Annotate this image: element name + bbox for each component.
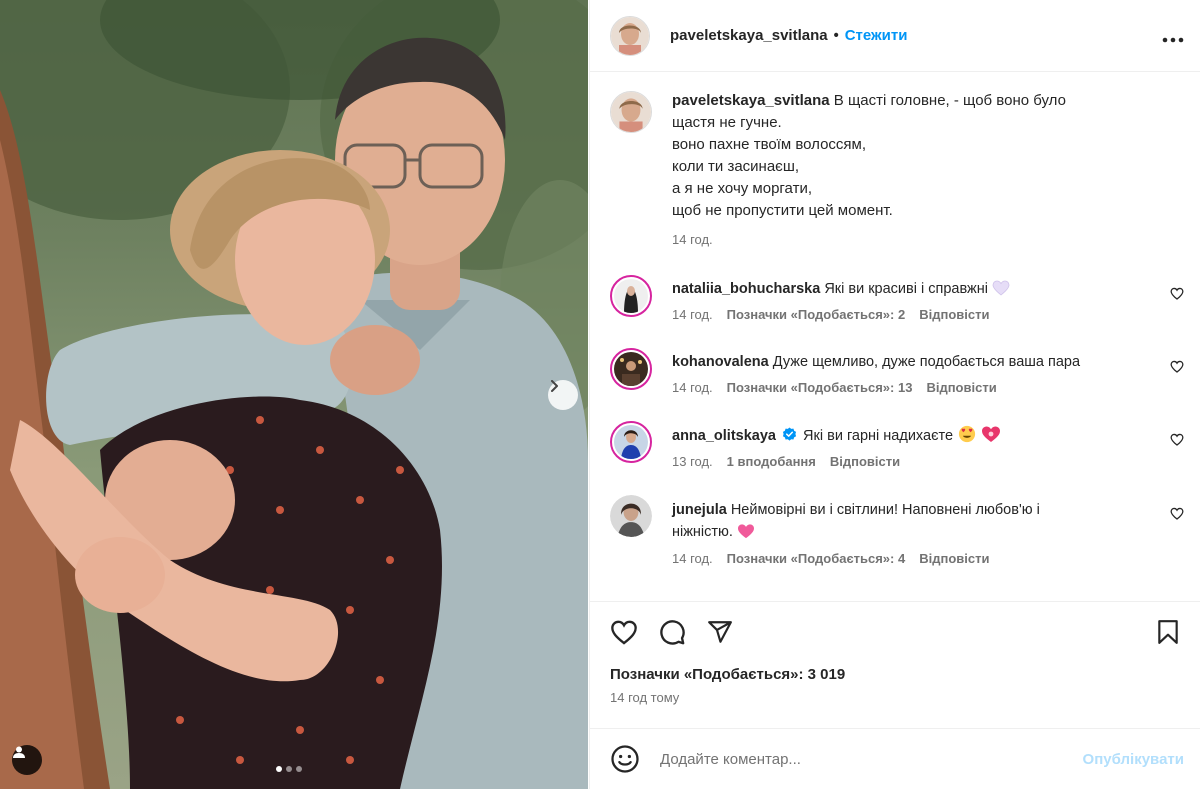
comment-time[interactable]: 14 год.: [672, 307, 713, 322]
avatar-image: [611, 16, 649, 55]
reply-button[interactable]: Відповісти: [830, 454, 900, 469]
like-comment-icon[interactable]: [1170, 507, 1184, 524]
avatar-image: [611, 92, 651, 132]
comment-meta: 14 год. Позначки «Подобається»: 4 Відпов…: [672, 551, 1154, 566]
reply-button[interactable]: Відповісти: [919, 551, 989, 566]
author-username[interactable]: paveletskaya_svitlana: [670, 27, 828, 44]
post-timestamp[interactable]: 14 год тому: [610, 690, 1180, 705]
avatar-image: [614, 425, 648, 459]
carousel-dot-active: [276, 766, 282, 772]
caption-line: а я не хочу моргати,: [672, 180, 812, 197]
heart-emoji: [982, 426, 1001, 442]
comment-likes[interactable]: Позначки «Подобається»: 13: [727, 380, 913, 395]
white-heart-emoji: [992, 280, 1010, 296]
like-comment-icon[interactable]: [1170, 360, 1184, 377]
author-avatar[interactable]: [610, 15, 650, 56]
like-comment-icon[interactable]: [1170, 433, 1184, 450]
comment-username[interactable]: nataliia_bohucharska: [672, 281, 820, 297]
like-comment-icon[interactable]: [1170, 287, 1184, 304]
comment-likes[interactable]: Позначки «Подобається»: 4: [727, 551, 906, 566]
follow-button[interactable]: Стежити: [845, 27, 908, 44]
comment-meta: 14 год. Позначки «Подобається»: 13 Відпо…: [672, 380, 1154, 395]
commenter-avatar[interactable]: [610, 348, 652, 390]
pink-heart-emoji: [737, 524, 754, 539]
caption-line: щастя не гучне.: [672, 114, 782, 131]
photo-illustration: [0, 0, 588, 789]
comment-time[interactable]: 14 год.: [672, 380, 713, 395]
reply-button[interactable]: Відповісти: [919, 307, 989, 322]
caption-author-avatar[interactable]: [610, 91, 652, 133]
comment-username[interactable]: junejula: [672, 502, 727, 518]
comment-text-cont: ніжністю.: [672, 524, 733, 540]
comment-text: Які ви гарні надихаєте: [803, 428, 954, 444]
next-photo-button[interactable]: [548, 380, 578, 410]
comment-item: junejula Неймовірні ви і світлини! Напов…: [610, 495, 1184, 566]
caption-line: воно пахне твоїм волоссям,: [672, 136, 867, 153]
comment-meta: 14 год. Позначки «Подобається»: 2 Відпов…: [672, 307, 1154, 322]
commenter-avatar[interactable]: [610, 275, 652, 317]
comment-text: Які ви красиві і справжні: [824, 281, 988, 297]
publish-button[interactable]: Опублікувати: [1083, 751, 1184, 768]
carousel-dot: [286, 766, 292, 772]
comment-time[interactable]: 14 год.: [672, 551, 713, 566]
comments-section[interactable]: paveletskaya_svitlana В щасті головне, -…: [590, 73, 1200, 600]
avatar-image: [610, 495, 652, 537]
more-options-icon[interactable]: [1162, 25, 1184, 47]
comment-text: Неймовірні ви і світлини! Наповнені любо…: [730, 502, 1040, 518]
caption-line: В щасті головне, - щоб воно було: [833, 92, 1066, 109]
comment-username[interactable]: kohanovalena: [672, 354, 769, 370]
avatar-image: [614, 279, 648, 313]
post-actions: Позначки «Подобається»: 3 019 14 год том…: [590, 601, 1200, 727]
comment-text: Дуже щемливо, дуже подобається ваша пара: [772, 354, 1081, 370]
tagged-users-button[interactable]: [12, 745, 42, 775]
caption-text: paveletskaya_svitlana В щасті головне, -…: [672, 90, 1154, 222]
comment-meta: 13 год. 1 вподобання Відповісти: [672, 454, 1154, 469]
bookmark-icon[interactable]: [1156, 619, 1180, 645]
comment-username[interactable]: anna_olitskaya: [672, 428, 776, 444]
post-header: paveletskaya_svitlana • Стежити: [590, 0, 1200, 72]
reply-button[interactable]: Відповісти: [926, 380, 996, 395]
comment-item: anna_olitskaya Які ви гарні надихаєте 13…: [610, 421, 1184, 469]
avatar-image: [614, 352, 648, 386]
caption-time[interactable]: 14 год.: [672, 232, 713, 247]
commenter-avatar[interactable]: [610, 495, 652, 537]
user-icon: [13, 746, 25, 758]
comment-icon[interactable]: [658, 618, 686, 646]
likes-count[interactable]: Позначки «Подобається»: 3 019: [610, 666, 1180, 683]
caption-username[interactable]: paveletskaya_svitlana: [672, 92, 830, 109]
caption-meta: 14 год.: [672, 232, 1154, 247]
action-icons: [610, 618, 1180, 646]
post-photo[interactable]: [0, 0, 588, 789]
post-details-panel: paveletskaya_svitlana • Стежити pavelets…: [589, 0, 1200, 789]
comment-time[interactable]: 13 год.: [672, 454, 713, 469]
header-separator: •: [833, 27, 839, 44]
caption-line: щоб не пропустити цей момент.: [672, 202, 893, 219]
post-caption: paveletskaya_svitlana В щасті головне, -…: [610, 91, 1184, 247]
comment-item: nataliia_bohucharska Які ви красиві і сп…: [610, 275, 1184, 322]
verified-badge-icon: [782, 427, 797, 441]
commenter-avatar[interactable]: [610, 421, 652, 463]
comment-text-line: ніжністю.: [672, 521, 1154, 543]
comment-likes[interactable]: Позначки «Подобається»: 2: [727, 307, 906, 322]
share-icon[interactable]: [706, 619, 734, 645]
emoji-icon[interactable]: [610, 744, 640, 774]
chevron-right-icon: [551, 380, 558, 392]
comment-likes[interactable]: 1 вподобання: [727, 454, 816, 469]
caption-line: коли ти засинаєш,: [672, 158, 800, 175]
carousel-dot: [296, 766, 302, 772]
comment-item: kohanovalena Дуже щемливо, дуже подобаєт…: [610, 348, 1184, 395]
comment-composer: Опублікувати: [590, 728, 1200, 789]
comment-input[interactable]: [660, 750, 1083, 768]
carousel-indicator: [276, 766, 302, 772]
like-icon[interactable]: [610, 619, 638, 645]
heart-eyes-emoji: [958, 425, 976, 443]
